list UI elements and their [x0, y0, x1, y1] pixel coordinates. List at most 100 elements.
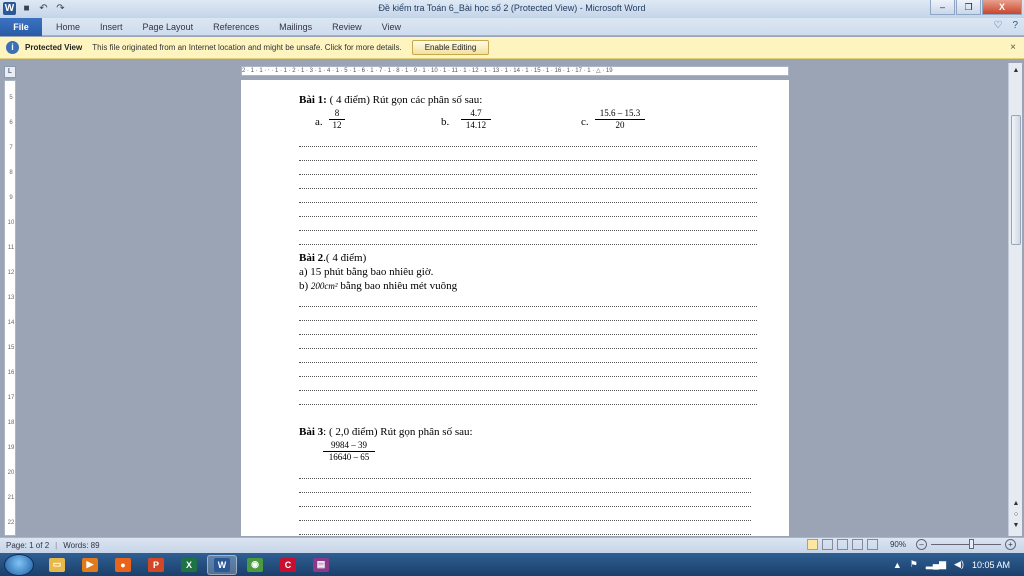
taskbar-items: ▭ ▶ ● P X W ◉ C ▤ [42, 554, 339, 575]
vertical-ruler-tick: 22 [7, 520, 15, 526]
answer-line [299, 534, 751, 535]
bai1-a-fraction: 8 12 [329, 108, 345, 131]
status-bar: Page: 1 of 2 | Words: 89 90% – + [0, 537, 1024, 553]
enable-editing-button[interactable]: Enable Editing [411, 40, 490, 55]
answer-line [299, 174, 757, 175]
taskbar-media-button[interactable]: ▶ [75, 555, 105, 575]
print-layout-view-icon[interactable] [806, 539, 818, 550]
answer-line [299, 492, 751, 493]
vertical-ruler-tick: 20 [7, 470, 15, 476]
restore-button[interactable]: ❐ [956, 0, 981, 15]
explorer-icon: ▭ [49, 557, 65, 572]
firefox-icon: ● [115, 557, 131, 572]
vertical-ruler-tick: 12 [7, 270, 15, 276]
answer-line [299, 306, 757, 307]
ribbon-tabs: File Home Insert Page Layout References … [0, 17, 1024, 36]
word-count[interactable]: Words: 89 [63, 541, 99, 550]
bai1-c-label: c. [581, 116, 589, 128]
volume-icon[interactable]: ◀) [954, 559, 964, 570]
taskbar-firefox-button[interactable]: ● [108, 555, 138, 575]
vertical-ruler-tick: 10 [7, 220, 15, 226]
taskbar-app-red-button[interactable]: C [273, 555, 303, 575]
full-screen-view-icon[interactable] [821, 539, 833, 550]
close-icon[interactable]: × [1010, 42, 1016, 53]
vertical-ruler-tick: 18 [7, 420, 15, 426]
web-layout-view-icon[interactable] [836, 539, 848, 550]
tab-view[interactable]: View [372, 18, 411, 36]
zoom-slider-thumb[interactable] [969, 539, 974, 549]
vertical-ruler-tick: 11 [7, 245, 15, 251]
answer-line [299, 202, 757, 203]
page-count[interactable]: Page: 1 of 2 [6, 541, 49, 550]
fraction-numerator: 9984 – 39 [323, 440, 375, 452]
bai2-b-suffix: bằng bao nhiêu mét vuông [337, 280, 458, 292]
zoom-out-button[interactable]: – [916, 539, 927, 550]
shield-info-icon: i [6, 41, 19, 54]
answer-line [299, 216, 757, 217]
horizontal-ruler[interactable]: 2 · 1 · 1 · ⸱ · 1 · 1 · 2 · 1 · 3 · 1 · … [241, 66, 789, 76]
protected-view-bar: i Protected View This file originated fr… [0, 37, 1024, 59]
bai2-b-math: 200cm² [310, 281, 338, 291]
minimize-ribbon-icon[interactable]: ♡ [993, 20, 1002, 31]
tab-insert[interactable]: Insert [90, 18, 133, 36]
taskbar-chrome-button[interactable]: ◉ [240, 555, 270, 575]
document-page[interactable]: Bài 1: ( 4 điểm) Rút gọn các phân số sau… [241, 80, 789, 536]
vertical-ruler-tick: 6 [9, 120, 13, 126]
clock[interactable]: 10:05 AM [972, 560, 1010, 570]
scroll-thumb[interactable] [1011, 115, 1021, 245]
outline-view-icon[interactable] [851, 539, 863, 550]
vertical-ruler-tick: 7 [9, 145, 13, 151]
bai3-fraction: 9984 – 39 16640 – 65 [323, 440, 375, 463]
scroll-up-icon[interactable]: ▲ [1010, 65, 1022, 77]
bai2-question-a: a) 15 phút bằng bao nhiêu giờ. [299, 266, 434, 278]
answer-line [299, 390, 757, 391]
vertical-ruler-tick: 19 [7, 445, 15, 451]
bai3-instruction: : ( 2,0 điểm) Rút gọn phân số sau: [323, 426, 473, 438]
action-center-flag-icon[interactable]: ⚑ [910, 559, 918, 570]
draft-view-icon[interactable] [866, 539, 878, 550]
tab-file[interactable]: File [0, 17, 42, 36]
taskbar-powerpoint-button[interactable]: P [141, 555, 171, 575]
title-bar: W ■ ↶ ↷ Đề kiểm tra Toán 6_Bài học số 2 … [0, 0, 1024, 18]
vertical-ruler[interactable]: 5 6 7 8 9 10 11 12 13 14 15 16 17 18 19 20 21 22 [4, 80, 16, 536]
protected-view-label: Protected View [25, 43, 83, 52]
scroll-down-icon[interactable]: ▼ [1010, 520, 1022, 532]
fraction-denominator: 16640 – 65 [328, 452, 370, 462]
taskbar-word-button[interactable]: W [207, 554, 237, 575]
answer-line [299, 160, 757, 161]
answer-line [299, 362, 757, 363]
bai1-heading: Bài 1: ( 4 điểm) Rút gọn các phân số sau… [299, 94, 482, 106]
tab-page-layout[interactable]: Page Layout [133, 18, 204, 36]
answer-line [299, 506, 751, 507]
taskbar-app-archive-button[interactable]: ▤ [306, 555, 336, 575]
bai3-title: Bài 3 [299, 426, 324, 438]
app-archive-icon: ▤ [313, 557, 329, 572]
tab-mailings[interactable]: Mailings [269, 18, 322, 36]
network-signal-icon[interactable]: ▂▄▆ [926, 559, 946, 570]
zoom-slider[interactable] [931, 539, 1001, 549]
taskbar: ▭ ▶ ● P X W ◉ C ▤ ▲ ⚑ ▂▄▆ ◀) 10:05 AM [0, 553, 1024, 576]
bai1-c-fraction: 15.6 – 15.3 20 [595, 108, 645, 131]
taskbar-excel-button[interactable]: X [174, 555, 204, 575]
protected-view-message[interactable]: This file originated from an Internet lo… [92, 43, 402, 52]
zoom-in-button[interactable]: + [1005, 539, 1016, 550]
show-hidden-icons-icon[interactable]: ▲ [893, 560, 902, 570]
start-button[interactable] [4, 553, 34, 576]
close-button[interactable]: X [982, 0, 1022, 15]
answer-line [299, 348, 757, 349]
help-icon[interactable]: ? [1012, 20, 1018, 31]
zoom-level[interactable]: 90% [890, 540, 906, 549]
tab-selector[interactable]: L [4, 66, 16, 78]
view-and-zoom-controls: 90% – + [806, 539, 1016, 550]
vertical-ruler-tick: 15 [7, 345, 15, 351]
tab-review[interactable]: Review [322, 18, 372, 36]
vertical-ruler-tick: 17 [7, 395, 15, 401]
minimize-button[interactable]: – [930, 0, 955, 15]
vertical-scrollbar[interactable]: ▲ ▲ ○ ▼ [1008, 63, 1022, 536]
window-controls: – ❐ X [930, 0, 1022, 15]
tab-references[interactable]: References [203, 18, 269, 36]
answer-line [299, 146, 757, 147]
fraction-numerator: 15.6 – 15.3 [595, 108, 645, 120]
tab-home[interactable]: Home [46, 18, 90, 36]
taskbar-explorer-button[interactable]: ▭ [42, 555, 72, 575]
